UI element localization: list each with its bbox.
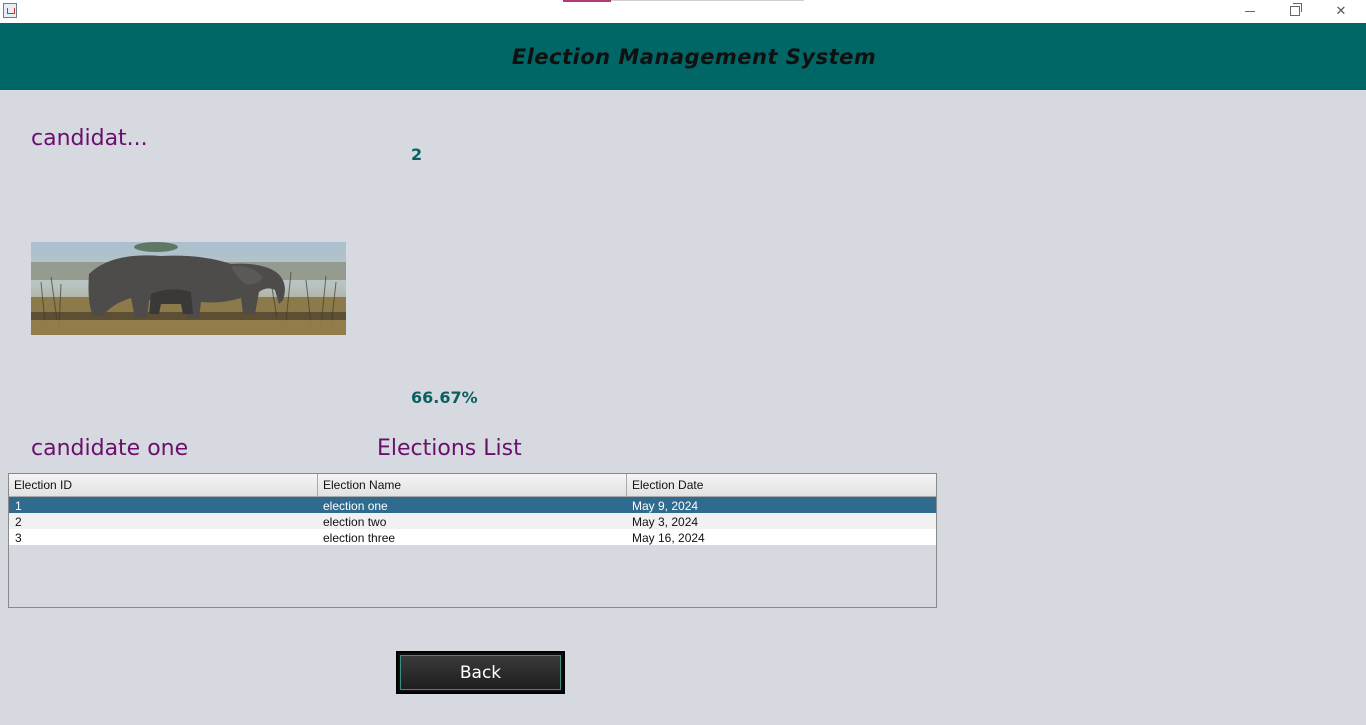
column-header-election-id[interactable]: Election ID bbox=[9, 474, 318, 496]
minimize-button[interactable] bbox=[1227, 0, 1273, 22]
app-header: Election Management System bbox=[0, 23, 1366, 90]
close-icon: ✕ bbox=[1335, 3, 1347, 19]
column-header-election-date[interactable]: Election Date bbox=[627, 474, 936, 496]
page-title: Election Management System bbox=[511, 44, 877, 69]
restore-icon bbox=[1290, 3, 1302, 16]
candidate-name: candidate one bbox=[31, 436, 189, 461]
table-row[interactable]: 2 election two May 3, 2024 bbox=[9, 513, 936, 529]
table-header: Election ID Election Name Election Date bbox=[9, 474, 936, 497]
cell-election-name: election three bbox=[323, 531, 396, 545]
elections-list-title: Elections List bbox=[377, 436, 522, 461]
table-row[interactable]: 1 election one May 9, 2024 bbox=[9, 497, 936, 513]
restore-button[interactable] bbox=[1272, 0, 1318, 22]
cell-election-name: election two bbox=[323, 515, 387, 529]
candidate-name-truncated: candidat... bbox=[31, 126, 148, 151]
cell-election-id: 2 bbox=[15, 515, 22, 529]
titlebar-divider bbox=[611, 0, 804, 1]
cell-election-id: 3 bbox=[15, 531, 22, 545]
cell-election-date: May 3, 2024 bbox=[632, 515, 699, 529]
close-button[interactable]: ✕ bbox=[1318, 0, 1364, 22]
elephant-photo bbox=[31, 242, 346, 335]
vote-percentage: 66.67% bbox=[411, 388, 478, 407]
cell-election-name: election one bbox=[323, 499, 388, 513]
elections-table[interactable]: Election ID Election Name Election Date … bbox=[8, 473, 937, 608]
back-button[interactable]: Back bbox=[396, 651, 565, 694]
candidate-photo bbox=[31, 242, 346, 335]
back-button-label: Back bbox=[459, 662, 502, 683]
table-row[interactable]: 3 election three May 16, 2024 bbox=[9, 529, 936, 545]
vote-count: 2 bbox=[411, 145, 423, 164]
cell-election-date: May 16, 2024 bbox=[632, 531, 705, 545]
java-app-icon bbox=[3, 3, 17, 18]
column-header-election-name[interactable]: Election Name bbox=[318, 474, 627, 496]
cell-election-date: May 9, 2024 bbox=[632, 499, 699, 513]
window-titlebar: ✕ bbox=[0, 0, 1366, 23]
minimize-icon bbox=[1245, 10, 1255, 12]
titlebar-accent bbox=[563, 0, 611, 2]
cell-election-id: 1 bbox=[15, 499, 22, 513]
